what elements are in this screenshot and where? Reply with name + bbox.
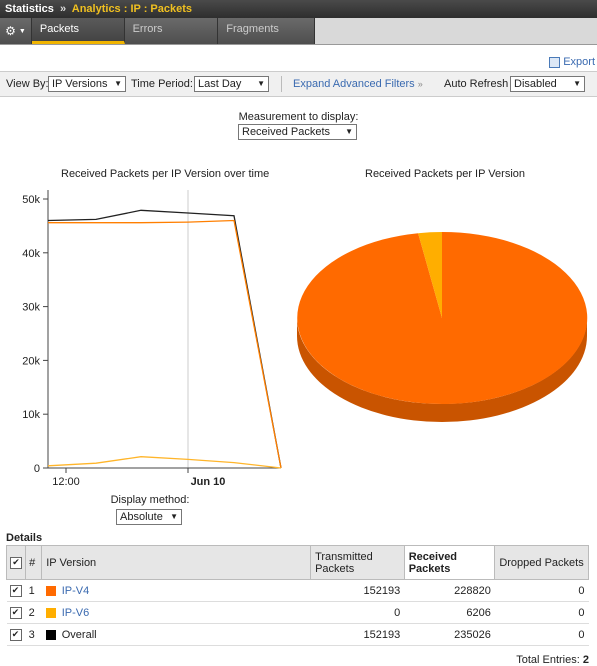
chevron-down-icon: ▼ xyxy=(573,79,581,88)
row-link-ip-v6[interactable]: IP-V6 xyxy=(62,607,90,619)
row-num: 1 xyxy=(25,579,42,602)
row-dropped: 0 xyxy=(494,623,589,646)
row-tx: 152193 xyxy=(310,579,405,602)
table-header-row: ✔ # IP Version Transmitted Packets Recei… xyxy=(5,545,589,580)
row-dropped: 0 xyxy=(494,579,589,602)
double-chevron-down-icon: » xyxy=(417,79,423,89)
chevron-down-icon: ▼ xyxy=(345,127,353,136)
display-method-label: Display method: xyxy=(110,494,190,506)
chevron-down-icon: ▼ xyxy=(257,79,265,88)
row-link-ip-v4[interactable]: IP-V4 xyxy=(62,585,90,597)
pie-chart xyxy=(297,231,588,422)
expand-label: Expand Advanced Filters xyxy=(293,78,415,90)
select-all-cell[interactable]: ✔ xyxy=(5,545,27,580)
filter-bar: View By: IP Versions ▼ Time Period: Last… xyxy=(0,71,597,97)
chevron-down-icon: ▼ xyxy=(18,27,26,35)
table-row: ✔ 3 Overall 152193 235026 0 xyxy=(6,623,589,646)
breadcrumb-root[interactable]: Statistics xyxy=(5,3,54,15)
details-heading: Details xyxy=(6,532,43,544)
column-transmitted[interactable]: Transmitted Packets xyxy=(310,545,405,580)
breadcrumb-current: Analytics : IP : Packets xyxy=(71,3,193,15)
row-tx: 152193 xyxy=(310,623,405,646)
row-dropped: 0 xyxy=(494,601,589,624)
column-num[interactable]: # xyxy=(25,545,43,580)
total-entries-value: 2 xyxy=(582,654,589,666)
measurement-value: Received Packets xyxy=(242,126,331,138)
y-tick-label: 0 xyxy=(34,463,40,475)
export-icon xyxy=(549,56,561,68)
color-swatch xyxy=(45,607,56,618)
total-entries-label: Total Entries: xyxy=(516,654,580,666)
view-by-value: IP Versions xyxy=(52,78,108,90)
row-checkbox[interactable]: ✔ xyxy=(9,628,22,641)
total-entries: Total Entries: 2 xyxy=(516,654,589,666)
view-by-label: View By: xyxy=(6,78,49,90)
row-checkbox[interactable]: ✔ xyxy=(9,606,22,619)
time-period-label: Time Period: xyxy=(131,78,193,90)
y-tick-label: 30k xyxy=(22,302,40,314)
auto-refresh-value: Disabled xyxy=(514,78,557,90)
color-swatch xyxy=(45,629,56,640)
expand-advanced-filters-link[interactable]: Expand Advanced Filters » xyxy=(293,78,423,90)
measurement-select[interactable]: Received Packets ▼ xyxy=(238,124,357,140)
y-tick-label: 40k xyxy=(22,248,40,260)
divider xyxy=(281,76,282,92)
x-tick-label: 12:00 xyxy=(52,476,80,488)
display-method-select[interactable]: Absolute ▼ xyxy=(116,509,182,525)
row-rx: 6206 xyxy=(404,601,495,624)
tab-packets[interactable]: Packets xyxy=(31,18,125,44)
view-by-select[interactable]: IP Versions ▼ xyxy=(48,76,126,92)
export-button[interactable]: Export xyxy=(549,56,595,68)
tab-bar: ⚙ ▼ Packets Errors Fragments xyxy=(0,18,597,45)
row-num: 3 xyxy=(25,623,42,646)
breadcrumb-separator: » xyxy=(59,3,67,15)
column-dropped[interactable]: Dropped Packets xyxy=(494,545,589,580)
row-tx: 0 xyxy=(310,601,405,624)
row-rx: 228820 xyxy=(404,579,495,602)
plot-area xyxy=(48,190,281,468)
display-method-value: Absolute xyxy=(120,511,163,523)
tab-errors[interactable]: Errors xyxy=(125,18,219,44)
line-chart-title: Received Packets per IP Version over tim… xyxy=(61,168,270,180)
y-tick-label: 50k xyxy=(22,194,40,206)
row-checkbox[interactable]: ✔ xyxy=(9,584,22,597)
column-ip-version[interactable]: IP Version xyxy=(41,545,312,580)
gear-menu-button[interactable]: ⚙ ▼ xyxy=(0,18,32,44)
auto-refresh-select[interactable]: Disabled ▼ xyxy=(510,76,585,92)
gear-icon: ⚙ xyxy=(5,24,16,38)
row-num: 2 xyxy=(25,601,42,624)
row-rx: 235026 xyxy=(404,623,495,646)
row-label-overall: Overall xyxy=(61,628,97,641)
details-table: ✔ # IP Version Transmitted Packets Recei… xyxy=(5,545,589,646)
export-label: Export xyxy=(563,56,595,68)
chevron-down-icon: ▼ xyxy=(170,512,178,521)
time-period-select[interactable]: Last Day ▼ xyxy=(194,76,269,92)
color-swatch xyxy=(45,585,56,596)
tab-fragments[interactable]: Fragments xyxy=(218,18,315,44)
column-received[interactable]: Received Packets xyxy=(403,545,496,580)
chevron-down-icon: ▼ xyxy=(114,79,122,88)
table-row: ✔ 1 IP-V4 152193 228820 0 xyxy=(6,579,589,602)
line-chart: 50k 40k 30k 20k 10k 0 12:00 Jun 10 xyxy=(22,190,282,488)
y-tick-label: 10k xyxy=(22,409,40,421)
pie-slice-ip-v4 xyxy=(297,231,588,404)
measurement-label: Measurement to display: xyxy=(238,111,359,123)
pie-chart-title: Received Packets per IP Version xyxy=(365,168,525,180)
table-row: ✔ 2 IP-V6 0 6206 0 xyxy=(6,601,589,624)
select-all-checkbox[interactable]: ✔ xyxy=(10,556,22,569)
auto-refresh-label: Auto Refresh xyxy=(444,78,509,90)
y-tick-label: 20k xyxy=(22,355,40,367)
time-period-value: Last Day xyxy=(198,78,242,90)
breadcrumb: Statistics » Analytics : IP : Packets xyxy=(0,0,597,18)
x-tick-label: Jun 10 xyxy=(191,476,226,488)
